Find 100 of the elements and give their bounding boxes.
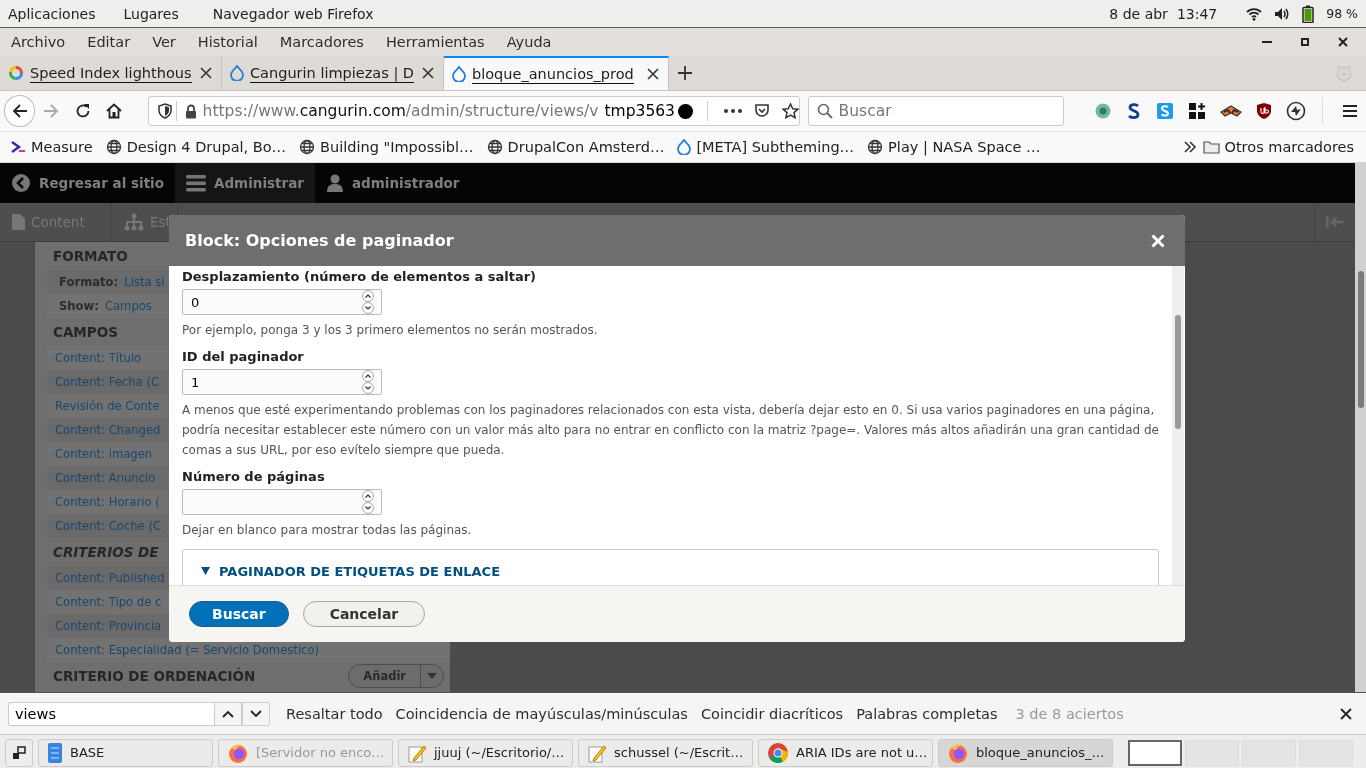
star-icon[interactable] bbox=[781, 103, 799, 119]
date[interactable]: 8 de abr bbox=[1109, 5, 1168, 22]
double-chevron-icon[interactable] bbox=[1182, 140, 1197, 154]
home-icon[interactable] bbox=[105, 103, 122, 119]
section-heading: CAMPOS bbox=[53, 324, 118, 340]
spinner-icon[interactable] bbox=[361, 490, 375, 514]
reload-icon[interactable] bbox=[74, 103, 91, 119]
previous-button[interactable] bbox=[214, 701, 242, 726]
close-icon[interactable] bbox=[421, 66, 435, 80]
browser-tab[interactable]: Speed Index lighthous bbox=[0, 56, 222, 90]
shield-icon[interactable] bbox=[1255, 102, 1272, 120]
menu-item[interactable]: Ayuda bbox=[506, 34, 552, 50]
lock-icon[interactable] bbox=[184, 103, 197, 119]
chevron-up-icon[interactable] bbox=[222, 709, 234, 718]
menu-icon[interactable] bbox=[1342, 104, 1359, 118]
taskbar-window[interactable]: jjuuj (~/Escritorio/… bbox=[398, 738, 573, 767]
bookmark-folder[interactable]: Otros marcadores bbox=[1202, 139, 1354, 155]
toolbar-item[interactable]: Administrar bbox=[175, 163, 315, 203]
spinner-icon[interactable] bbox=[361, 290, 375, 314]
workspace[interactable] bbox=[1128, 739, 1182, 766]
battery-percentage: 98 % bbox=[1326, 6, 1358, 21]
windows-icon[interactable] bbox=[12, 745, 26, 760]
close-icon[interactable] bbox=[199, 66, 213, 80]
find-option[interactable]: Coincidir diacríticos bbox=[700, 705, 844, 722]
shield-icon[interactable] bbox=[157, 103, 172, 119]
browser-tab[interactable]: bloque_anuncios_prod bbox=[444, 56, 669, 90]
bookmark-item[interactable]: DrupalCon Amsterd… bbox=[486, 139, 665, 155]
taskbar-window[interactable]: bloque_anuncios_… bbox=[938, 738, 1113, 767]
more-icon[interactable] bbox=[723, 109, 742, 113]
battery-icon[interactable] bbox=[1302, 4, 1315, 23]
plus-icon[interactable] bbox=[677, 65, 693, 81]
taskbar-window[interactable]: schussel (~/Escrit… bbox=[578, 738, 753, 767]
field-label: Desplazamiento (número de elementos a saltar) bbox=[182, 268, 537, 286]
square-s-icon[interactable] bbox=[1155, 102, 1174, 120]
menu-item[interactable]: Historial bbox=[197, 34, 258, 50]
find-option[interactable]: Coincidencia de mayúsculas/minúsculas bbox=[395, 705, 688, 722]
grid-plus-icon[interactable] bbox=[1187, 102, 1206, 120]
globe-icon bbox=[486, 139, 503, 155]
scrollbar-thumb[interactable] bbox=[1175, 315, 1181, 429]
dialog-scrollbar[interactable] bbox=[1172, 266, 1184, 585]
scrollbar-thumb[interactable] bbox=[1358, 271, 1364, 408]
menu-item[interactable]: Archivo bbox=[11, 34, 66, 50]
menu-item[interactable]: Herramientas bbox=[385, 34, 485, 50]
menu-item[interactable]: Marcadores bbox=[279, 34, 364, 50]
wifi-icon[interactable] bbox=[1246, 6, 1263, 21]
setting-label: Formato: bbox=[58, 275, 119, 289]
top-bar-menu[interactable]: Lugares bbox=[123, 5, 179, 22]
bookmark-item[interactable]: Measure bbox=[10, 139, 93, 155]
taskbar-window[interactable]: BASE bbox=[38, 738, 213, 767]
circle-icon[interactable] bbox=[1093, 102, 1112, 120]
bookmark-item[interactable]: Play | NASA Space … bbox=[867, 139, 1041, 155]
pocket-icon[interactable] bbox=[753, 103, 770, 119]
search-field[interactable]: Buscar bbox=[807, 96, 1064, 126]
address-bar[interactable]: https://www.cangurin.com/admin/structure/views/v tmp3563 bbox=[147, 96, 800, 126]
database-icon bbox=[47, 741, 63, 764]
globe-icon bbox=[867, 139, 884, 155]
volume-icon[interactable] bbox=[1274, 6, 1291, 21]
find-field[interactable]: views bbox=[8, 701, 214, 726]
number-field[interactable]: 1 bbox=[182, 369, 382, 395]
close-icon[interactable] bbox=[1338, 37, 1348, 47]
browser-tab[interactable]: Cangurin limpiezas | D bbox=[222, 56, 444, 90]
spinner-icon[interactable] bbox=[361, 370, 375, 394]
find-option[interactable]: Resaltar todo bbox=[286, 705, 383, 722]
clock[interactable]: 13:47 bbox=[1176, 5, 1218, 22]
menu-item[interactable]: Editar bbox=[87, 34, 131, 50]
taskbar-window[interactable]: ARIA IDs are not u… bbox=[758, 738, 933, 767]
menu-item[interactable]: Ver bbox=[152, 34, 176, 50]
caret-icon[interactable] bbox=[427, 673, 437, 679]
s-letter-icon[interactable] bbox=[1125, 102, 1142, 120]
field-description: Dejar en blanco para mostrar todas las páginas. bbox=[182, 522, 473, 539]
close-icon[interactable] bbox=[1340, 707, 1352, 720]
section-heading: FORMATO bbox=[53, 248, 128, 264]
show-desktop-button[interactable] bbox=[5, 738, 33, 767]
cancel-button[interactable]: Cancelar bbox=[302, 601, 426, 627]
chevron-icon bbox=[10, 139, 26, 155]
globe-icon bbox=[299, 139, 316, 155]
bookmark-item[interactable]: Building "Impossibl… bbox=[299, 139, 474, 155]
back-circle-icon bbox=[11, 173, 31, 193]
page-scrollbar[interactable] bbox=[1355, 163, 1366, 692]
find-option[interactable]: Palabras completas bbox=[856, 705, 998, 722]
back-button[interactable] bbox=[4, 95, 36, 127]
close-icon[interactable] bbox=[646, 67, 660, 81]
search-button[interactable]: Buscar bbox=[189, 601, 289, 627]
sync-arrows-icon[interactable] bbox=[1285, 101, 1306, 121]
bookmark-item[interactable]: [META] Subtheming… bbox=[677, 139, 855, 155]
details-summary[interactable]: PAGINADOR DE ETIQUETAS DE ENLACE bbox=[201, 563, 501, 579]
toolbar-item[interactable]: Regresar al sitio bbox=[0, 163, 175, 203]
triangle-down-icon bbox=[201, 567, 210, 575]
number-field[interactable]: 0 bbox=[182, 289, 382, 315]
bookmark-item[interactable]: Design 4 Drupal, Bo… bbox=[105, 139, 287, 155]
maximize-icon[interactable] bbox=[1301, 38, 1309, 46]
top-bar-menu[interactable]: Navegador web Firefox bbox=[212, 5, 374, 22]
arrow-left-icon[interactable] bbox=[11, 103, 28, 119]
number-field[interactable] bbox=[182, 489, 382, 515]
chevron-down-icon[interactable] bbox=[250, 709, 262, 718]
toolbar-item[interactable]: administrador bbox=[314, 163, 471, 203]
top-bar-menu[interactable]: Aplicaciones bbox=[8, 5, 96, 22]
next-button[interactable] bbox=[242, 701, 270, 726]
multicolor-ring-icon bbox=[8, 65, 24, 81]
menu-icon bbox=[186, 174, 206, 192]
